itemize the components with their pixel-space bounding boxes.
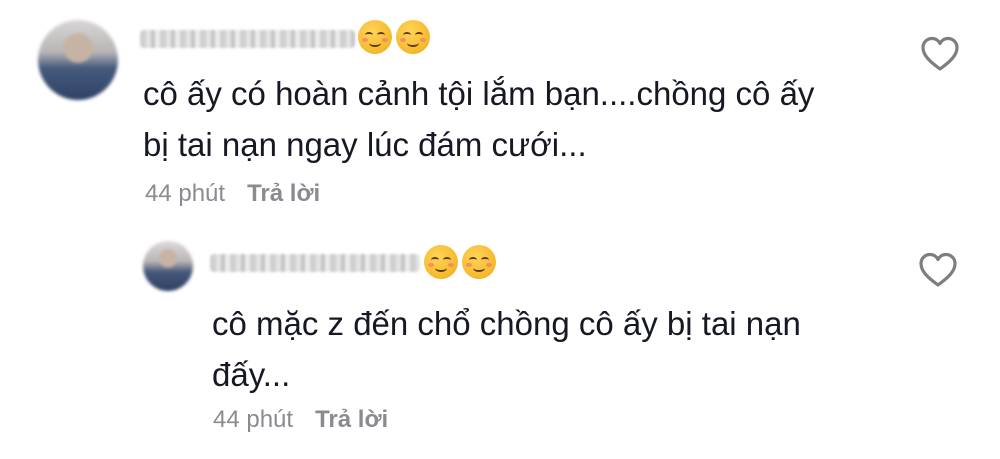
heart-outline-icon[interactable]	[920, 36, 960, 72]
comment-text-line: cô mặc z đến chổ chồng cô ấy bị tai nạn	[212, 305, 801, 342]
reply-comment-item: cô mặc z đến chổ chồng cô ấy bị tai nạn …	[0, 230, 1000, 459]
username-blurred[interactable]	[140, 30, 355, 48]
reply-button[interactable]: Trả lời	[247, 180, 320, 208]
username-blurred[interactable]	[210, 254, 420, 272]
comment-text: cô mặc z đến chổ chồng cô ấy bị tai nạn …	[212, 298, 872, 400]
avatar[interactable]	[38, 20, 118, 100]
comment-item: cô ấy có hoàn cảnh tội lắm bạn....chồng …	[0, 0, 1000, 230]
smiling-face-emoji-icon	[462, 245, 496, 279]
comment-text: cô ấy có hoàn cảnh tội lắm bạn....chồng …	[143, 68, 883, 170]
emoji-group	[424, 245, 496, 279]
comment-time: 44 phút	[213, 406, 294, 433]
comment-text-line: cô ấy có hoàn cảnh tội lắm bạn....chồng …	[143, 75, 815, 112]
comment-meta: 44 phút Trả lời	[145, 180, 320, 208]
avatar[interactable]	[143, 241, 193, 291]
smiling-face-emoji-icon	[396, 20, 430, 54]
comment-text-line: đấy...	[212, 356, 291, 393]
heart-outline-icon[interactable]	[918, 252, 958, 288]
smiling-face-emoji-icon	[424, 245, 458, 279]
emoji-group	[358, 20, 430, 54]
smiling-face-emoji-icon	[358, 20, 392, 54]
comment-meta: 44 phút Trả lời	[213, 406, 388, 434]
comment-time: 44 phút	[145, 180, 226, 207]
comment-text-line: bị tai nạn ngay lúc đám cưới...	[143, 126, 587, 163]
reply-button[interactable]: Trả lời	[315, 406, 388, 434]
